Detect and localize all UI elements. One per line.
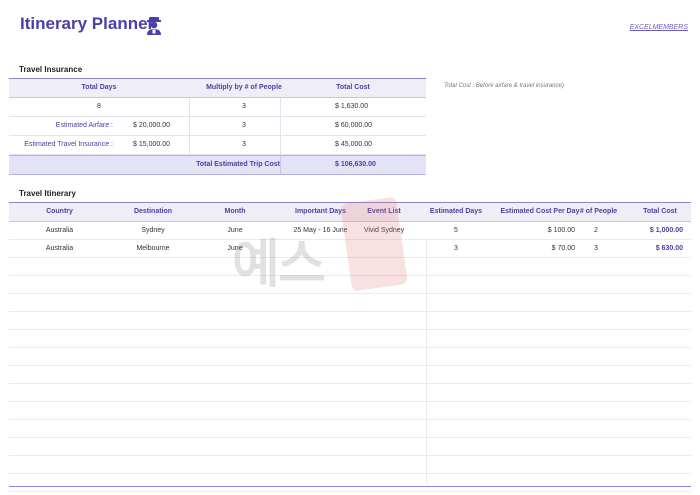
- total-cost-note: Total Cost : Before airfare & travel ins…: [444, 83, 564, 89]
- travel-insurance-row: Estimated Travel Insurance : $ 15,000.00…: [9, 136, 426, 155]
- estimated-days-cell[interactable]: 3: [427, 240, 485, 257]
- empty-row[interactable]: [9, 294, 691, 312]
- estimated-cost-cell[interactable]: $ 70.00: [485, 240, 575, 257]
- total-cost-cell: $ 1,000.00: [649, 227, 683, 234]
- column-divider: [426, 238, 427, 484]
- total-cost-cell: $ 630.00: [655, 245, 683, 252]
- total-label: Total Estimated Trip Cost: [196, 161, 280, 168]
- insurance-label: Estimated Travel Insurance :: [24, 141, 113, 148]
- header-total-cost: Total Cost: [336, 84, 370, 91]
- table-bottom-border: [9, 486, 691, 487]
- empty-row[interactable]: [9, 366, 691, 384]
- airfare-multiplier: 3: [242, 122, 246, 129]
- destination-cell[interactable]: Melbourne: [110, 240, 196, 257]
- insurance-cost: $ 45,000.00: [335, 141, 372, 148]
- brand-link[interactable]: EXCELMEMBERS: [630, 24, 688, 31]
- col-destination: Destination: [133, 208, 173, 215]
- total-days-value[interactable]: 8: [9, 98, 189, 116]
- empty-row[interactable]: [9, 402, 691, 420]
- airfare-cost: $ 60,000.00: [335, 122, 372, 129]
- itinerary-section-title: Travel Itinerary: [19, 189, 76, 198]
- header-total-days: Total Days: [81, 84, 117, 91]
- airfare-label: Estimated Airfare :: [55, 122, 113, 129]
- insurance-multiplier: 3: [242, 141, 246, 148]
- empty-row[interactable]: [9, 456, 691, 474]
- empty-row[interactable]: [9, 420, 691, 438]
- empty-row[interactable]: [9, 474, 691, 492]
- col-country: Country: [46, 208, 73, 215]
- col-month: Month: [224, 208, 246, 215]
- col-total-cost: Total Cost: [643, 208, 677, 215]
- watermark: 예스: [232, 236, 326, 294]
- total-row: Total Estimated Trip Cost $ 106,630.00: [9, 155, 426, 175]
- watermark-logo: [340, 196, 408, 292]
- empty-row[interactable]: [9, 330, 691, 348]
- country-cell[interactable]: Australia: [9, 222, 110, 239]
- traveler-icon: [147, 17, 161, 35]
- empty-row[interactable]: [9, 438, 691, 456]
- airfare-row: Estimated Airfare : $ 20,000.00 3 $ 60,0…: [9, 117, 426, 136]
- empty-row[interactable]: [9, 312, 691, 330]
- empty-row[interactable]: [9, 384, 691, 402]
- total-estimated-cost: $ 106,630.00: [335, 161, 376, 168]
- country-cell[interactable]: Australia: [9, 240, 110, 257]
- insurance-table: Total Days Multiply by # of People Total…: [9, 78, 426, 175]
- days-row: 8 3 $ 1,630.00: [9, 98, 426, 117]
- people-multiplier: 3: [242, 103, 246, 110]
- col-people: # of People: [579, 208, 618, 215]
- col-estimated-days: Estimated Days: [429, 208, 483, 215]
- estimated-days-cell[interactable]: 5: [427, 222, 485, 239]
- insurance-header-row: Total Days Multiply by # of People Total…: [9, 78, 426, 98]
- days-cost: $ 1,630.00: [335, 103, 369, 110]
- empty-row[interactable]: [9, 348, 691, 366]
- insurance-section-title: Travel Insurance: [19, 65, 83, 74]
- estimated-cost-cell[interactable]: $ 100.00: [485, 222, 575, 239]
- page-title: Itinerary Planner: [20, 14, 155, 33]
- destination-cell[interactable]: Sydney: [110, 222, 196, 239]
